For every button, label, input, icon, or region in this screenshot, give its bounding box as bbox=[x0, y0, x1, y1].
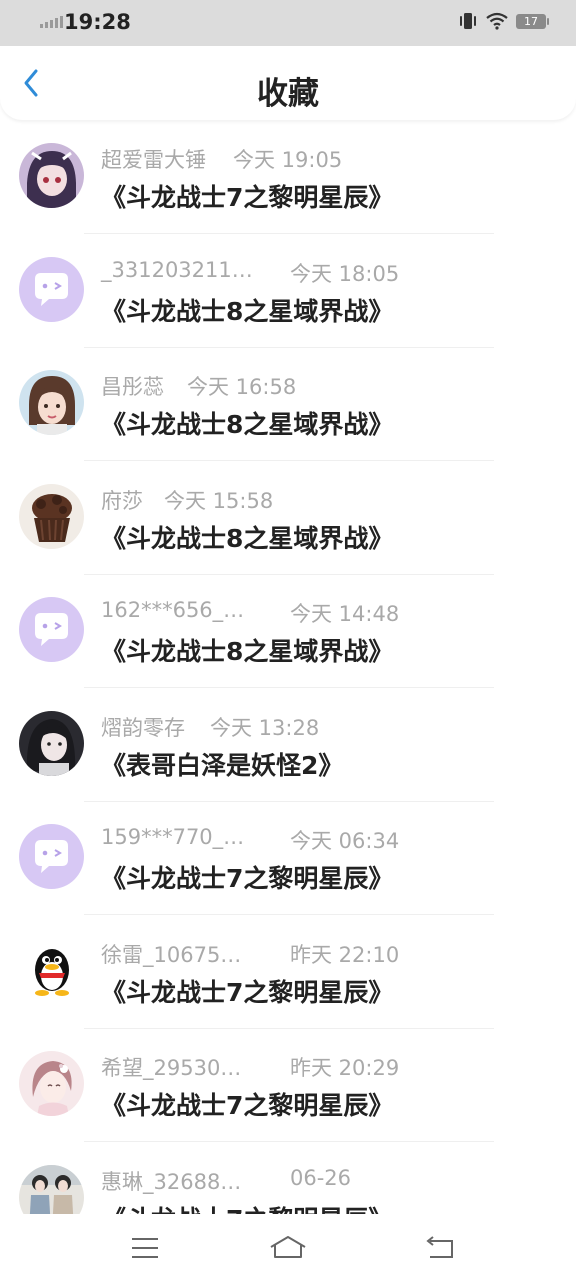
chat-bubble-icon bbox=[19, 597, 84, 662]
chat-bubble-icon bbox=[19, 824, 84, 889]
timestamp: 今天 14:48 bbox=[290, 602, 400, 626]
avatar[interactable] bbox=[19, 1164, 84, 1214]
book-title[interactable]: 《斗龙战士7之黎明星辰》 bbox=[101, 1200, 393, 1215]
book-title[interactable]: 《表哥白泽是妖怪2》 bbox=[101, 746, 343, 782]
timestamp: 昨天 20:29 bbox=[290, 1056, 400, 1080]
return-icon bbox=[426, 1236, 453, 1258]
status-bar: 19:28 17 bbox=[0, 0, 576, 46]
timestamp: 今天 19:05 bbox=[233, 148, 343, 172]
timestamp: 今天 16:58 bbox=[187, 375, 297, 399]
status-time: 19:28 bbox=[64, 10, 131, 34]
menu-icon bbox=[132, 1238, 158, 1258]
page-title: 收藏 bbox=[257, 76, 319, 112]
default-avatar[interactable] bbox=[19, 824, 84, 889]
avatar[interactable] bbox=[19, 1051, 84, 1116]
avatar[interactable] bbox=[19, 937, 84, 1003]
book-title[interactable]: 《斗龙战士7之黎明星辰》 bbox=[101, 973, 393, 1009]
timestamp: 昨天 22:10 bbox=[290, 942, 400, 967]
book-title[interactable]: 《斗龙战士7之黎明星辰》 bbox=[101, 1086, 393, 1122]
timestamp: 今天 13:28 bbox=[210, 715, 320, 740]
favorites-list[interactable]: 超爱雷大锤 今天 19:05 《斗龙战士7之黎明星辰》 _331203211… … bbox=[0, 120, 576, 1214]
vibrate-icon bbox=[460, 13, 476, 29]
username: 昌彤蕊 bbox=[101, 375, 164, 399]
battery-icon: 17 bbox=[516, 13, 549, 29]
list-item[interactable]: 超爱雷大锤 今天 19:05 《斗龙战士7之黎明星辰》 bbox=[0, 120, 576, 234]
username: 熠韵零存 bbox=[101, 715, 185, 740]
username: 希望_29530… bbox=[101, 1056, 242, 1080]
list-item[interactable]: 府莎 今天 15:58 《斗龙战士8之星域界战》 bbox=[0, 461, 576, 575]
username: 超爱雷大锤 bbox=[101, 148, 206, 172]
book-title[interactable]: 《斗龙战士8之星域界战》 bbox=[101, 632, 393, 668]
menu-button[interactable] bbox=[125, 1232, 165, 1264]
timestamp: 今天 18:05 bbox=[290, 261, 400, 286]
username: 162***656_… bbox=[101, 598, 245, 622]
default-avatar[interactable] bbox=[19, 597, 84, 662]
list-item[interactable]: _331203211… 今天 18:05 《斗龙战士8之星域界战》 bbox=[0, 234, 576, 348]
system-nav-bar bbox=[0, 1214, 576, 1280]
default-avatar[interactable] bbox=[19, 256, 84, 322]
list-item[interactable]: 徐雷_10675… 昨天 22:10 《斗龙战士7之黎明星辰》 bbox=[0, 915, 576, 1029]
signal-icon bbox=[40, 16, 63, 28]
status-icons: 17 bbox=[458, 12, 549, 30]
list-item[interactable]: 熠韵零存 今天 13:28 《表哥白泽是妖怪2》 bbox=[0, 688, 576, 802]
username: 徐雷_10675… bbox=[101, 942, 242, 967]
return-button[interactable] bbox=[420, 1232, 460, 1264]
timestamp: 今天 15:58 bbox=[164, 488, 274, 513]
list-item[interactable]: 惠琳_32688… 06-26 《斗龙战士7之黎明星辰》 bbox=[0, 1142, 576, 1215]
book-title[interactable]: 《斗龙战士8之星域界战》 bbox=[101, 292, 393, 328]
list-item[interactable]: 159***770_… 今天 06:34 《斗龙战士7之黎明星辰》 bbox=[0, 801, 576, 915]
chat-bubble-icon bbox=[19, 256, 84, 322]
home-icon bbox=[270, 1236, 306, 1258]
header: 收藏 bbox=[0, 46, 576, 120]
list-item[interactable]: 希望_29530… 昨天 20:29 《斗龙战士7之黎明星辰》 bbox=[0, 1028, 576, 1142]
book-title[interactable]: 《斗龙战士7之黎明星辰》 bbox=[101, 859, 393, 895]
book-title[interactable]: 《斗龙战士8之星域界战》 bbox=[101, 405, 393, 441]
wifi-icon bbox=[486, 12, 508, 30]
username: _331203211… bbox=[101, 257, 253, 282]
avatar[interactable] bbox=[19, 483, 84, 549]
book-title[interactable]: 《斗龙战士8之星域界战》 bbox=[101, 519, 393, 555]
username: 府莎 bbox=[101, 488, 143, 513]
timestamp: 今天 06:34 bbox=[290, 829, 400, 853]
avatar[interactable] bbox=[19, 143, 84, 208]
avatar[interactable] bbox=[19, 710, 84, 776]
list-item[interactable]: 162***656_… 今天 14:48 《斗龙战士8之星域界战》 bbox=[0, 574, 576, 688]
username: 惠琳_32688… bbox=[101, 1169, 242, 1194]
timestamp: 06-26 bbox=[290, 1165, 352, 1190]
book-title[interactable]: 《斗龙战士7之黎明星辰》 bbox=[101, 178, 393, 214]
home-button[interactable] bbox=[268, 1232, 308, 1264]
username: 159***770_… bbox=[101, 825, 245, 849]
avatar[interactable] bbox=[19, 370, 84, 435]
qq-penguin-icon bbox=[19, 937, 84, 1003]
list-item[interactable]: 昌彤蕊 今天 16:58 《斗龙战士8之星域界战》 bbox=[0, 347, 576, 461]
